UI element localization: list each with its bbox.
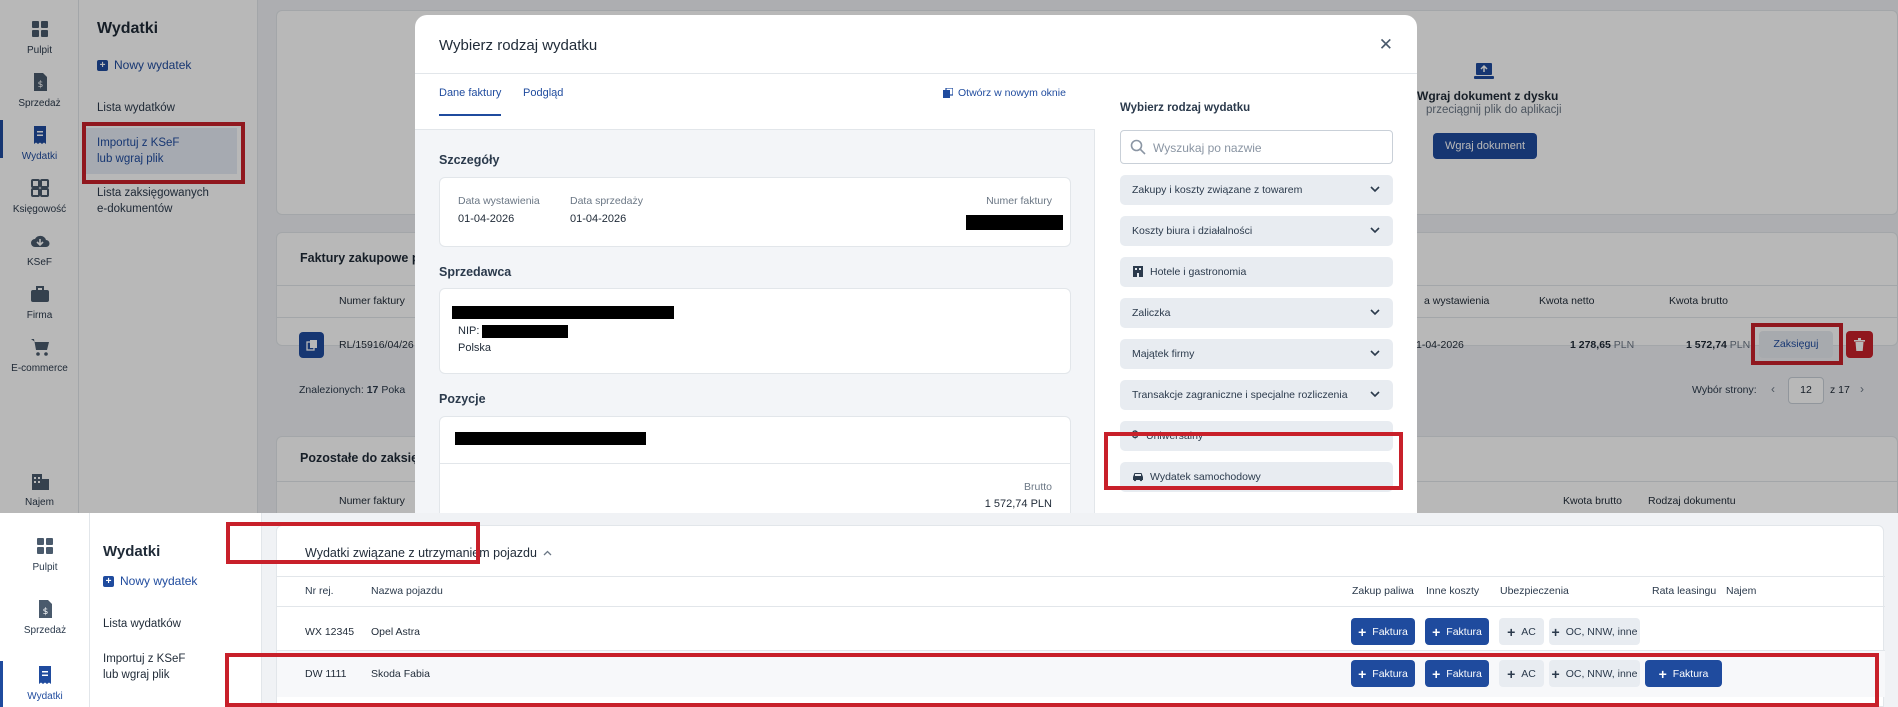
col-reg: Nr rej. [305, 585, 334, 597]
plus-icon: + [103, 575, 114, 587]
divider [277, 576, 1885, 577]
fuel-invoice-button[interactable]: + Faktura [1351, 618, 1415, 645]
open-new-window-link[interactable]: Otwórz w nowym oknie [943, 87, 1066, 99]
category-hotels[interactable]: Hotele i gastronomia [1120, 257, 1393, 287]
category-assets[interactable]: Majątek firmy [1120, 339, 1393, 369]
redacted-invoice-number [966, 215, 1063, 230]
external-window-icon [943, 88, 953, 98]
category-goods[interactable]: Zakupy i koszty związane z towarem [1120, 175, 1393, 205]
rail-label: Pulpit [32, 562, 58, 573]
reg-cell: WX 12345 [305, 626, 355, 638]
redacted-seller-name [452, 306, 674, 319]
highlight-vehicle-section-title [226, 522, 480, 564]
rail-item-pulpit[interactable]: Pulpit [0, 535, 90, 573]
insurance-oc-button[interactable]: + OC, NNW, inne [1549, 618, 1640, 645]
button-label: AC [1521, 625, 1536, 638]
rail-label: Wydatki [27, 691, 63, 702]
plus-icon: + [1551, 623, 1560, 640]
gross-value: 1 572,74 PLN [984, 498, 1052, 510]
seller-country: Polska [458, 342, 492, 354]
other-costs-invoice-button[interactable]: + Faktura [1425, 618, 1489, 645]
chevron-down-icon [1370, 186, 1380, 193]
invoice-data-panel: Dane faktury Podgląd Otwórz w nowym okni… [415, 74, 1095, 513]
category-label: Zaliczka [1132, 307, 1171, 319]
top-screenshot: Pulpit $ Sprzedaż Wydatki Księgowość KSe… [0, 0, 1898, 513]
invoice-number-label: Numer faktury [986, 195, 1052, 207]
items-box: Brutto 1 572,74 PLN [439, 416, 1071, 513]
rail-item-sprzedaz[interactable]: $ Sprzedaż [0, 598, 90, 636]
chevron-up-icon [543, 550, 552, 555]
search-icon [1130, 139, 1146, 155]
col-fuel: Zakup paliwa [1352, 585, 1414, 597]
search-placeholder: Wyszukaj po nazwie [1153, 141, 1262, 155]
chevron-down-icon [1370, 350, 1380, 357]
hotel-icon [1133, 266, 1143, 277]
main-rail-2: Pulpit $ Sprzedaż Wydatki [0, 513, 90, 707]
svg-text:$: $ [43, 607, 49, 617]
issue-date-label: Data wystawienia [458, 195, 540, 207]
subnav-title: Wydatki [103, 543, 161, 560]
new-expense-label: Nowy wydatek [120, 574, 198, 588]
subnav-item-expense-list[interactable]: Lista wydatków [103, 618, 181, 630]
plus-icon: + [1432, 623, 1441, 640]
nip-label: NIP: [458, 325, 480, 337]
gross-label: Brutto [1023, 481, 1052, 493]
bottom-screenshot: Pulpit $ Sprzedaż Wydatki Wydatki + Nowy… [0, 513, 1898, 707]
category-foreign[interactable]: Transakcje zagraniczne i specjalne rozli… [1120, 380, 1393, 410]
category-office[interactable]: Koszty biura i działalności [1120, 216, 1393, 246]
seller-heading: Sprzedawca [439, 265, 512, 279]
plus-icon: + [1507, 623, 1516, 640]
category-advance[interactable]: Zaliczka [1120, 298, 1393, 328]
rail-item-wydatki[interactable]: Wydatki [0, 664, 90, 702]
details-box: Data wystawienia 01-04-2026 Data sprzeda… [439, 177, 1071, 247]
expense-type-title: Wybierz rodzaj wydatku [1120, 102, 1251, 114]
open-new-window-label: Otwórz w nowym oknie [958, 87, 1066, 99]
details-heading: Szczegóły [439, 153, 500, 167]
col-rental: Najem [1726, 585, 1757, 597]
tab-preview[interactable]: Podgląd [523, 87, 563, 99]
button-label: Faktura [1372, 625, 1408, 638]
vehicle-expenses-main: Wydatki związane z utrzymaniem pojazdu N… [225, 513, 1898, 707]
col-insurance: Ubezpieczenia [1500, 585, 1569, 597]
receipt-icon [39, 666, 51, 684]
redacted-nip [482, 325, 568, 338]
modal-title: Wybierz rodzaj wydatku [439, 37, 598, 54]
tabs: Dane faktury Podgląd Otwórz w nowym okni… [415, 74, 1095, 130]
modal-backdrop-rail [0, 0, 79, 513]
document-money-icon: $ [39, 600, 52, 618]
sale-date-label: Data sprzedaży [570, 195, 643, 207]
chevron-down-icon [1370, 227, 1380, 234]
insurance-ac-button[interactable]: + AC [1499, 618, 1544, 645]
category-label: Majątek firmy [1132, 348, 1195, 360]
sale-date-value: 01-04-2026 [570, 213, 627, 225]
vehicle-name-cell: Opel Astra [371, 626, 421, 638]
close-icon[interactable]: ✕ [1379, 35, 1393, 55]
tab-invoice-data[interactable]: Dane faktury [439, 87, 502, 116]
highlight-vehicle-expense [1104, 432, 1403, 490]
chevron-down-icon [1370, 391, 1380, 398]
new-expense-link[interactable]: + Nowy wydatek [103, 574, 197, 588]
expense-search[interactable]: Wyszukaj po nazwie [1120, 130, 1393, 164]
category-label: Zakupy i koszty związane z towarem [1132, 184, 1303, 196]
col-other-costs: Inne koszty [1426, 585, 1480, 597]
dashboard-icon [37, 538, 53, 554]
highlight-skoda-row [225, 653, 1879, 707]
col-vehicle-name: Nazwa pojazdu [371, 585, 443, 597]
button-label: OC, NNW, inne [1565, 625, 1638, 638]
redacted-item-name [455, 432, 646, 445]
category-label: Transakcje zagraniczne i specjalne rozli… [1132, 389, 1348, 401]
issue-date-value: 01-04-2026 [458, 213, 515, 225]
col-leasing: Rata leasingu [1652, 585, 1717, 597]
category-label: Hotele i gastronomia [1150, 266, 1247, 278]
seller-box: NIP: Polska [439, 288, 1071, 374]
rail-label: Sprzedaż [23, 625, 67, 636]
plus-icon: + [1358, 623, 1367, 640]
divider [440, 463, 1070, 464]
category-label: Koszty biura i działalności [1132, 225, 1253, 237]
subnav-item-import-ksef[interactable]: Importuj z KSeF lub wgraj plik [103, 651, 185, 683]
divider [277, 606, 1885, 607]
items-heading: Pozycje [439, 392, 486, 406]
button-label: Faktura [1446, 625, 1482, 638]
chevron-down-icon [1370, 309, 1380, 316]
